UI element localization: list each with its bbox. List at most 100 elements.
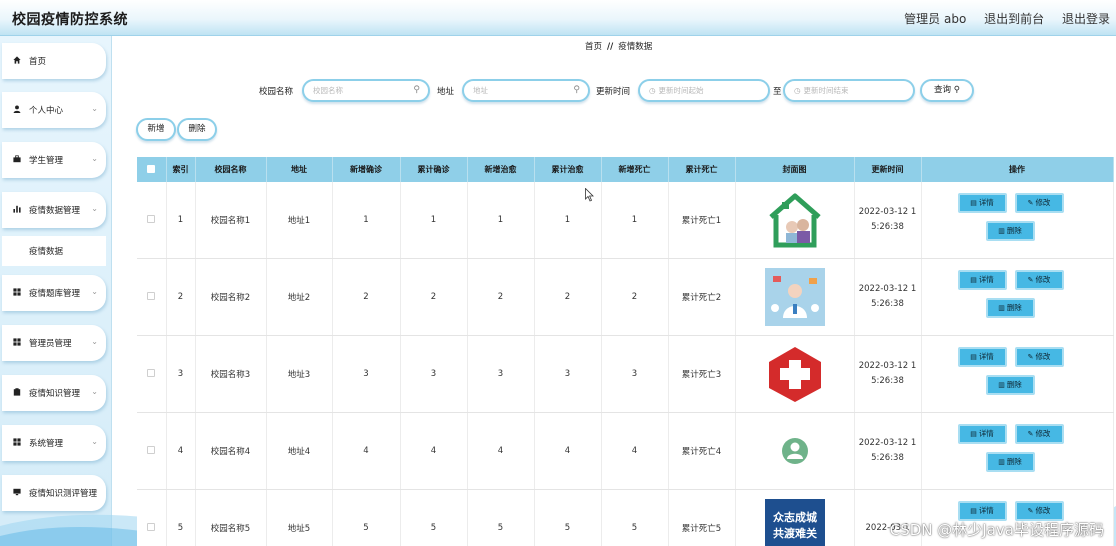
edit-button[interactable]: ✎ 修改 — [1014, 501, 1064, 521]
cell-total-cured: 4 — [534, 412, 602, 490]
sidebar-item-system[interactable]: 系统管理 ⌄ — [2, 425, 106, 461]
column-header: 新增治愈 — [467, 157, 535, 182]
logout-link[interactable]: 退出登录 — [1062, 12, 1110, 26]
edit-button[interactable]: ✎ 修改 — [1014, 193, 1064, 213]
cell-cover — [735, 412, 855, 490]
cell-update-time: 2022-03-12 1 5:26:38 — [854, 335, 922, 413]
query-button[interactable]: 查询 ⚲ — [920, 79, 974, 102]
cell-total-death: 累计死亡1 — [668, 182, 736, 259]
cell-total-confirmed: 4 — [400, 412, 468, 490]
cell-index: 5 — [166, 489, 196, 546]
sidebar-item-epidemic-data-mgmt[interactable]: 疫情数据管理 ⌄ — [2, 192, 106, 228]
time-end-input[interactable]: ◷ 更新时间结束 — [783, 79, 915, 102]
school-name-input[interactable]: 校园名称 ⚲ — [302, 79, 430, 102]
address-input[interactable]: 地址 ⚲ — [462, 79, 590, 102]
document-icon: ▤ — [970, 430, 977, 438]
detail-button[interactable]: ▤ 详情 — [957, 347, 1007, 367]
monitor-icon — [13, 488, 24, 498]
sidebar-item-question-bank[interactable]: 疫情题库管理 ⌄ — [2, 275, 106, 311]
delete-button[interactable]: ▥ 删除 — [985, 221, 1035, 241]
cell-index: 1 — [166, 182, 196, 259]
cell-new-cured: 4 — [467, 412, 535, 490]
grid-icon — [13, 438, 24, 448]
search-bar: 校园名称 校园名称 ⚲ 地址 地址 ⚲ 更新时间 ◷ 更新时间起始 至 ◷ 更新时间… — [0, 79, 1116, 103]
column-header: 封面图 — [735, 157, 855, 182]
detail-button[interactable]: ▤ 详情 — [957, 270, 1007, 290]
row-checkbox[interactable] — [147, 368, 156, 377]
sidebar-item-knowledge-test[interactable]: 疫情知识测评管理 ⌄ — [2, 475, 106, 511]
cell-school: 校园名称4 — [195, 412, 267, 490]
cell-total-confirmed: 2 — [400, 258, 468, 336]
doctor-poster-icon — [764, 268, 825, 326]
row-checkbox[interactable] — [147, 445, 156, 454]
cell-operations: ▤ 详情 ✎ 修改 ▥ 删除 — [921, 182, 1114, 259]
select-all-checkbox[interactable] — [147, 164, 156, 173]
sidebar-item-admins[interactable]: 管理员管理 ⌄ — [2, 325, 106, 361]
sidebar-item-home[interactable]: 首页 — [2, 43, 106, 79]
sidebar-item-label: 疫情题库管理 — [29, 289, 81, 299]
cell-total-confirmed: 1 — [400, 182, 468, 259]
clock-icon: ◷ — [649, 86, 656, 95]
delete-button[interactable]: ▥ 删除 — [985, 452, 1035, 472]
chevron-down-icon: ⌄ — [91, 437, 98, 446]
cell-total-death: 累计死亡3 — [668, 335, 736, 413]
select-all-header[interactable] — [137, 157, 167, 182]
pencil-icon: ✎ — [1027, 199, 1034, 207]
cell-new-cured: 2 — [467, 258, 535, 336]
detail-button[interactable]: ▤ 详情 — [957, 501, 1007, 521]
cell-new-cured: 1 — [467, 182, 535, 259]
delete-button[interactable]: ▥ 删除 — [985, 375, 1035, 395]
user-icon — [13, 105, 24, 115]
column-header: 累计死亡 — [668, 157, 736, 182]
sidebar-item-label: 个人中心 — [29, 106, 64, 116]
bulk-delete-button[interactable]: 删除 — [177, 118, 217, 141]
sidebar-item-label: 疫情知识测评管理 — [29, 489, 98, 499]
add-button[interactable]: 新增 — [136, 118, 176, 141]
back-to-front-link[interactable]: 退出到前台 — [984, 12, 1044, 26]
row-checkbox[interactable] — [147, 291, 156, 300]
svg-text:众志成城: 众志成城 — [773, 510, 817, 524]
edit-button[interactable]: ✎ 修改 — [1014, 347, 1064, 367]
update-time-label: 更新时间 — [596, 87, 631, 97]
cell-new-cured: 5 — [467, 489, 535, 546]
document-icon: ▤ — [970, 507, 977, 515]
cell-new-death: 3 — [601, 335, 669, 413]
chevron-down-icon: ⌄ — [91, 287, 98, 296]
trash-icon: ▥ — [998, 227, 1005, 235]
sidebar-item-knowledge[interactable]: 疫情知识管理 ⌄ — [2, 375, 106, 411]
trash-icon: ▥ — [998, 381, 1005, 389]
top-bar: 校园疫情防控系统 管理员 abo 退出到前台 退出登录 — [0, 0, 1116, 36]
sidebar-subitem-epidemic-data[interactable]: 疫情数据 — [2, 236, 106, 266]
edit-button[interactable]: ✎ 修改 — [1014, 424, 1064, 444]
chevron-down-icon: ⌄ — [91, 204, 98, 213]
cell-school: 校园名称3 — [195, 335, 267, 413]
cell-total-confirmed: 5 — [400, 489, 468, 546]
cell-index: 3 — [166, 335, 196, 413]
breadcrumb-separator: // — [607, 42, 614, 52]
cell-total-death: 累计死亡5 — [668, 489, 736, 546]
bar-chart-icon — [13, 205, 24, 215]
cell-cover: 众志成城 共渡难关 — [735, 489, 855, 546]
breadcrumb-current: 疫情数据 — [618, 42, 653, 52]
breadcrumb-home[interactable]: 首页 — [585, 42, 602, 52]
sidebar: 首页 个人中心 ⌄ 学生管理 ⌄ 疫情数据管理 ⌄ 疫情数据 疫情题库管理 ⌄ — [0, 36, 112, 546]
cell-school: 校园名称1 — [195, 182, 267, 259]
table-row: 1 校园名称1 地址1 1 1 1 1 1 累计死亡1 2022-03-12 1… — [137, 182, 1114, 259]
table-row: 3 校园名称3 地址3 3 3 3 3 3 累计死亡3 2022-03-12 1… — [137, 335, 1114, 413]
row-checkbox[interactable] — [147, 214, 156, 223]
document-icon: ▤ — [970, 276, 977, 284]
edit-button[interactable]: ✎ 修改 — [1014, 270, 1064, 290]
time-start-input[interactable]: ◷ 更新时间起始 — [638, 79, 770, 102]
detail-button[interactable]: ▤ 详情 — [957, 193, 1007, 213]
cell-new-confirmed: 1 — [332, 182, 401, 259]
detail-button[interactable]: ▤ 详情 — [957, 424, 1007, 444]
grid-icon — [13, 338, 24, 348]
cell-total-cured: 5 — [534, 489, 602, 546]
delete-button[interactable]: ▥ 删除 — [985, 298, 1035, 318]
row-checkbox[interactable] — [147, 522, 156, 531]
sidebar-item-label: 首页 — [29, 57, 47, 67]
sidebar-item-students[interactable]: 学生管理 ⌄ — [2, 142, 106, 178]
cell-school: 校园名称2 — [195, 258, 267, 336]
cell-address: 地址5 — [266, 489, 333, 546]
cell-operations: ▤ 详情 ✎ 修改 ▥ 删除 — [921, 258, 1114, 336]
